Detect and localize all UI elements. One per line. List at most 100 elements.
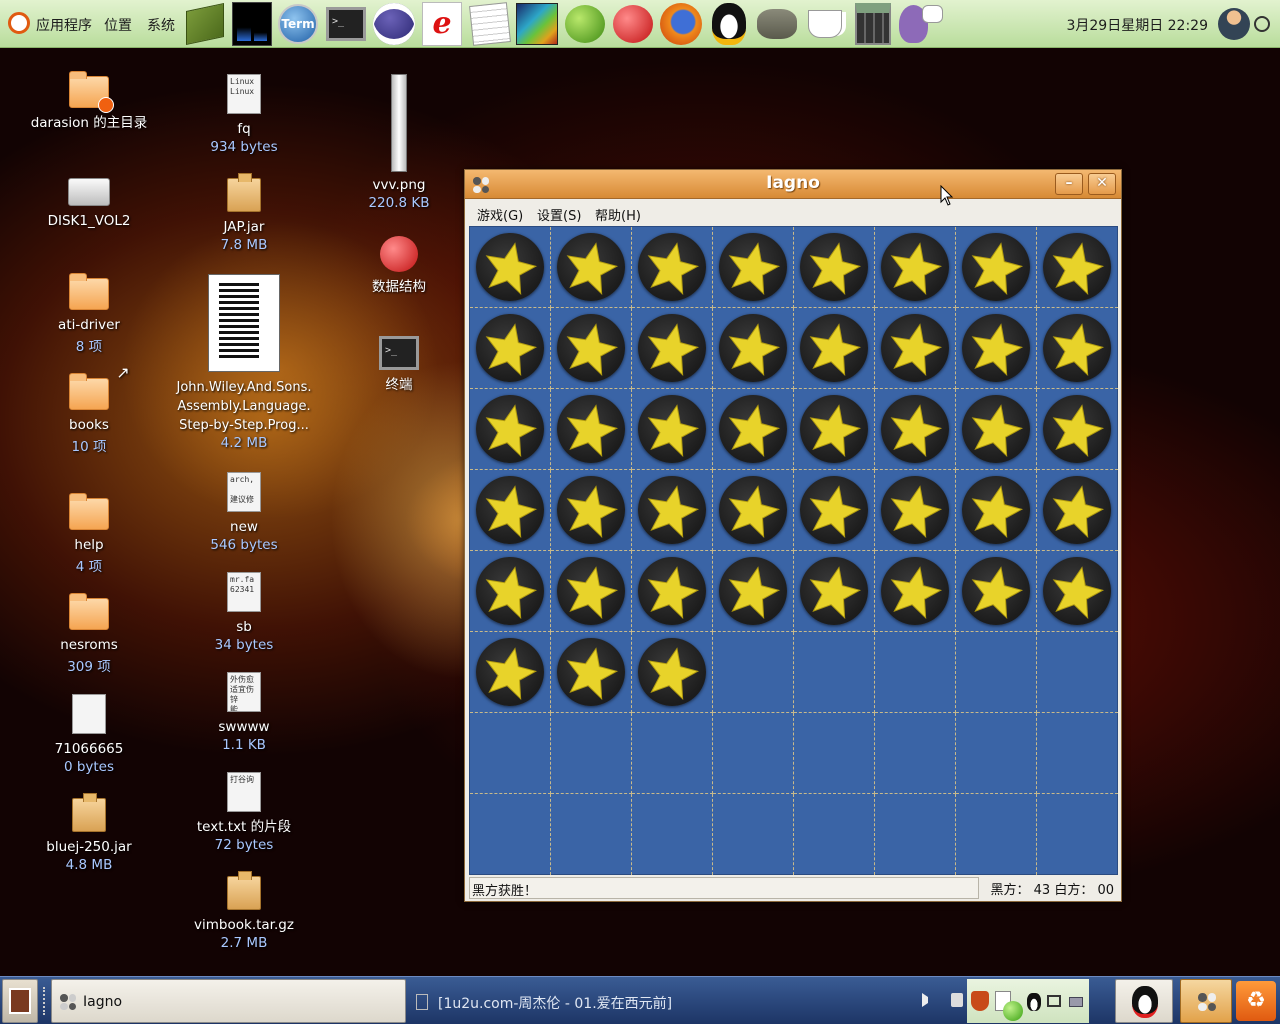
user-switcher-icon[interactable] [1218, 8, 1250, 40]
board-cell[interactable] [632, 632, 713, 713]
term-icon[interactable]: Term [276, 2, 320, 46]
taskbar-item-music[interactable]: [1u2u.com-周杰伦 - 01.爱在西元前] [410, 979, 910, 1023]
eclipse-icon[interactable] [372, 2, 416, 46]
board-cell[interactable] [551, 308, 632, 389]
board-cell[interactable] [632, 551, 713, 632]
board-cell[interactable] [470, 389, 551, 470]
terminal-icon[interactable]: >_ [324, 2, 368, 46]
volume-icon[interactable] [922, 993, 934, 1007]
board-cell[interactable] [794, 227, 875, 308]
power-icon[interactable] [1254, 16, 1270, 32]
calculator-icon[interactable] [851, 2, 895, 46]
firefox-icon[interactable] [659, 2, 703, 46]
board-cell[interactable] [551, 551, 632, 632]
menu-help[interactable]: 帮助(H) [595, 205, 641, 224]
board-cell[interactable] [470, 227, 551, 308]
menu-places[interactable]: 位置 [104, 15, 132, 35]
clock[interactable]: 3月29日星期日 22:29 [1066, 15, 1208, 35]
board-cell[interactable] [1037, 713, 1118, 794]
board-cell[interactable] [632, 389, 713, 470]
board-cell[interactable] [794, 794, 875, 875]
board-cell[interactable] [794, 632, 875, 713]
board-cell[interactable] [875, 632, 956, 713]
board-cell[interactable] [1037, 308, 1118, 389]
tray-network-icon[interactable] [1069, 997, 1083, 1007]
board-cell[interactable] [1037, 470, 1118, 551]
board-cell[interactable] [875, 551, 956, 632]
desktop-icon-fq[interactable]: Linux Linux fq 934 bytes [179, 74, 309, 155]
board-cell[interactable] [875, 308, 956, 389]
menu-game[interactable]: 游戏(G) [477, 205, 523, 224]
desktop-icon-bluej[interactable]: bluej-250.jar 4.8 MB [24, 793, 154, 873]
desktop-icon-new[interactable]: arch, 建议修 new 546 bytes [179, 472, 309, 553]
desktop-icon-books[interactable]: ↗ books 10 项 [24, 363, 154, 455]
board-cell[interactable] [1037, 227, 1118, 308]
board-cell[interactable] [551, 389, 632, 470]
board-cell[interactable] [956, 632, 1037, 713]
board-cell[interactable] [632, 794, 713, 875]
desktop-icon-home[interactable]: darasion 的主目录 [24, 71, 154, 133]
board-cell[interactable] [470, 470, 551, 551]
board-cell[interactable] [551, 632, 632, 713]
java-cup-icon[interactable] [803, 2, 847, 46]
desktop-icon-vvv-png[interactable]: vvv.png 220.8 KB [334, 74, 464, 211]
board-cell[interactable] [956, 389, 1037, 470]
workspace-switcher[interactable] [1180, 979, 1232, 1023]
text-editor-icon[interactable] [468, 2, 512, 46]
board-cell[interactable] [713, 470, 794, 551]
desktop-icon-assembly-pdf[interactable]: John.Wiley.And.Sons. Assembly.Language. … [171, 274, 317, 451]
desktop-icon-nesroms[interactable]: nesroms 309 项 [24, 593, 154, 675]
board-cell[interactable] [956, 794, 1037, 875]
board-cell[interactable] [956, 551, 1037, 632]
desktop-icon-swwww[interactable]: 外伤愈 适宜伤 锌 能 swwww 1.1 KB [179, 672, 309, 753]
trash-icon[interactable]: ♻ [1236, 981, 1276, 1021]
desktop-icon-disk[interactable]: DISK1_VOL2 [24, 178, 154, 231]
tray-windows-icon[interactable] [1047, 995, 1061, 1007]
green-apple-icon[interactable] [563, 2, 607, 46]
red-apple-icon[interactable] [611, 2, 655, 46]
board-cell[interactable] [713, 308, 794, 389]
board-cell[interactable] [956, 713, 1037, 794]
board-cell[interactable] [551, 713, 632, 794]
board-cell[interactable] [632, 227, 713, 308]
board-cell[interactable] [956, 308, 1037, 389]
menu-settings[interactable]: 设置(S) [537, 205, 581, 224]
panel-handle[interactable] [43, 987, 47, 1015]
board-cell[interactable] [1037, 551, 1118, 632]
board-cell[interactable] [956, 470, 1037, 551]
board-cell[interactable] [794, 551, 875, 632]
desktop-icon-jap-jar[interactable]: JAP.jar 7.8 MB [179, 173, 309, 253]
qq-penguin-icon[interactable] [707, 2, 751, 46]
desktop-icon-help[interactable]: help 4 项 [24, 493, 154, 575]
board-cell[interactable] [632, 308, 713, 389]
tray-green-ball-icon[interactable] [1003, 1001, 1023, 1021]
tray-icon-lock[interactable] [951, 993, 963, 1007]
board-cell[interactable] [713, 389, 794, 470]
board-cell[interactable] [713, 227, 794, 308]
board-cell[interactable] [632, 713, 713, 794]
pidgin-icon[interactable] [899, 2, 943, 46]
board-cell[interactable] [470, 713, 551, 794]
board-cell[interactable] [1037, 794, 1118, 875]
board-cell[interactable] [470, 551, 551, 632]
board-cell[interactable] [713, 632, 794, 713]
board-cell[interactable] [956, 227, 1037, 308]
browser-e-icon[interactable]: e [420, 2, 464, 46]
book-icon[interactable] [183, 2, 227, 46]
game-board[interactable] [469, 226, 1118, 875]
board-cell[interactable] [632, 470, 713, 551]
window-titlebar[interactable]: Iagno – ✕ [465, 170, 1121, 199]
board-cell[interactable] [1037, 632, 1118, 713]
show-desktop-button[interactable] [2, 979, 38, 1023]
close-button[interactable]: ✕ [1088, 173, 1116, 195]
board-cell[interactable] [713, 551, 794, 632]
tray-shield-icon[interactable] [971, 991, 989, 1011]
board-cell[interactable] [713, 794, 794, 875]
board-cell[interactable] [875, 713, 956, 794]
board-cell[interactable] [713, 713, 794, 794]
taskbar-item-iagno[interactable]: Iagno [51, 979, 406, 1023]
board-cell[interactable] [470, 632, 551, 713]
board-cell[interactable] [551, 470, 632, 551]
desktop-icon-vimbook[interactable]: vimbook.tar.gz 2.7 MB [179, 871, 309, 951]
menu-system[interactable]: 系统 [147, 15, 175, 35]
